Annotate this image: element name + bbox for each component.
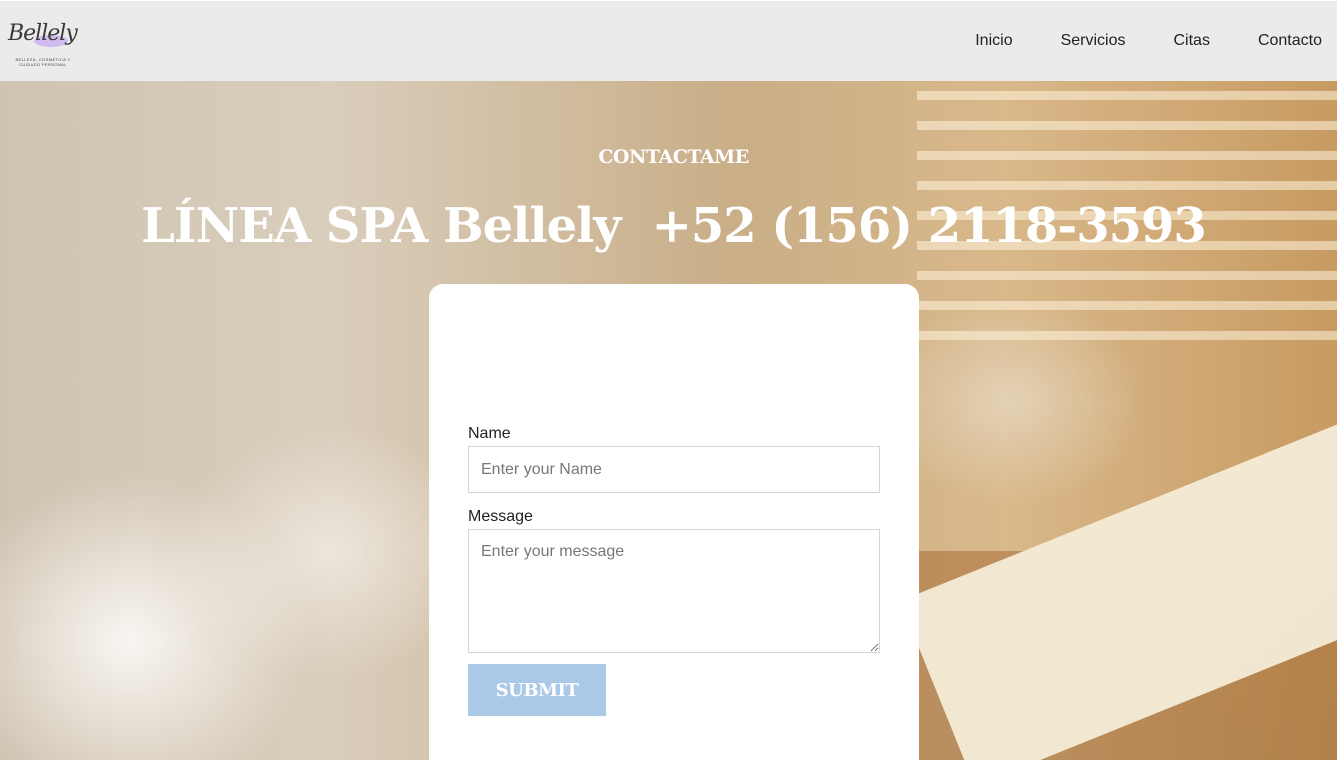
nav-item-citas[interactable]: Citas [1174,32,1210,50]
main-nav: Inicio Servicios Citas Contacto [927,32,1322,50]
message-label: Message [468,508,533,525]
submit-button[interactable]: SUBMIT [468,664,606,716]
window-blind-slat [917,271,1337,280]
window-blind-slat [917,91,1337,100]
contact-form-card: Name Message SUBMIT [429,284,919,760]
message-input[interactable] [468,529,880,653]
window-blind-slat [917,181,1337,190]
nav-item-servicios[interactable]: Servicios [1061,32,1126,50]
hero-title: LÍNEA SPA Bellely +52 (156) 2118-3593 [141,198,1207,254]
site-header: Bellely BELLEZA, COSMÉTICA Y CUIDADO PER… [0,0,1337,81]
window-blind-slat [917,301,1337,310]
name-label: Name [468,425,511,442]
name-input[interactable] [468,446,880,493]
window-blind-slat [917,331,1337,340]
bellely-logo[interactable]: Bellely BELLEZA, COSMÉTICA Y CUIDADO PER… [6,21,80,67]
nav-item-contacto[interactable]: Contacto [1258,32,1322,50]
logo-script: Bellely [8,21,78,46]
hero-section: CONTACTAME LÍNEA SPA Bellely +52 (156) 2… [0,81,1337,760]
logo-tagline: BELLEZA, COSMÉTICA Y CUIDADO PERSONAL [15,57,71,67]
window-blind-slat [917,121,1337,130]
hero-subtitle: CONTACTAME [598,146,749,168]
nav-item-inicio[interactable]: Inicio [975,32,1012,50]
